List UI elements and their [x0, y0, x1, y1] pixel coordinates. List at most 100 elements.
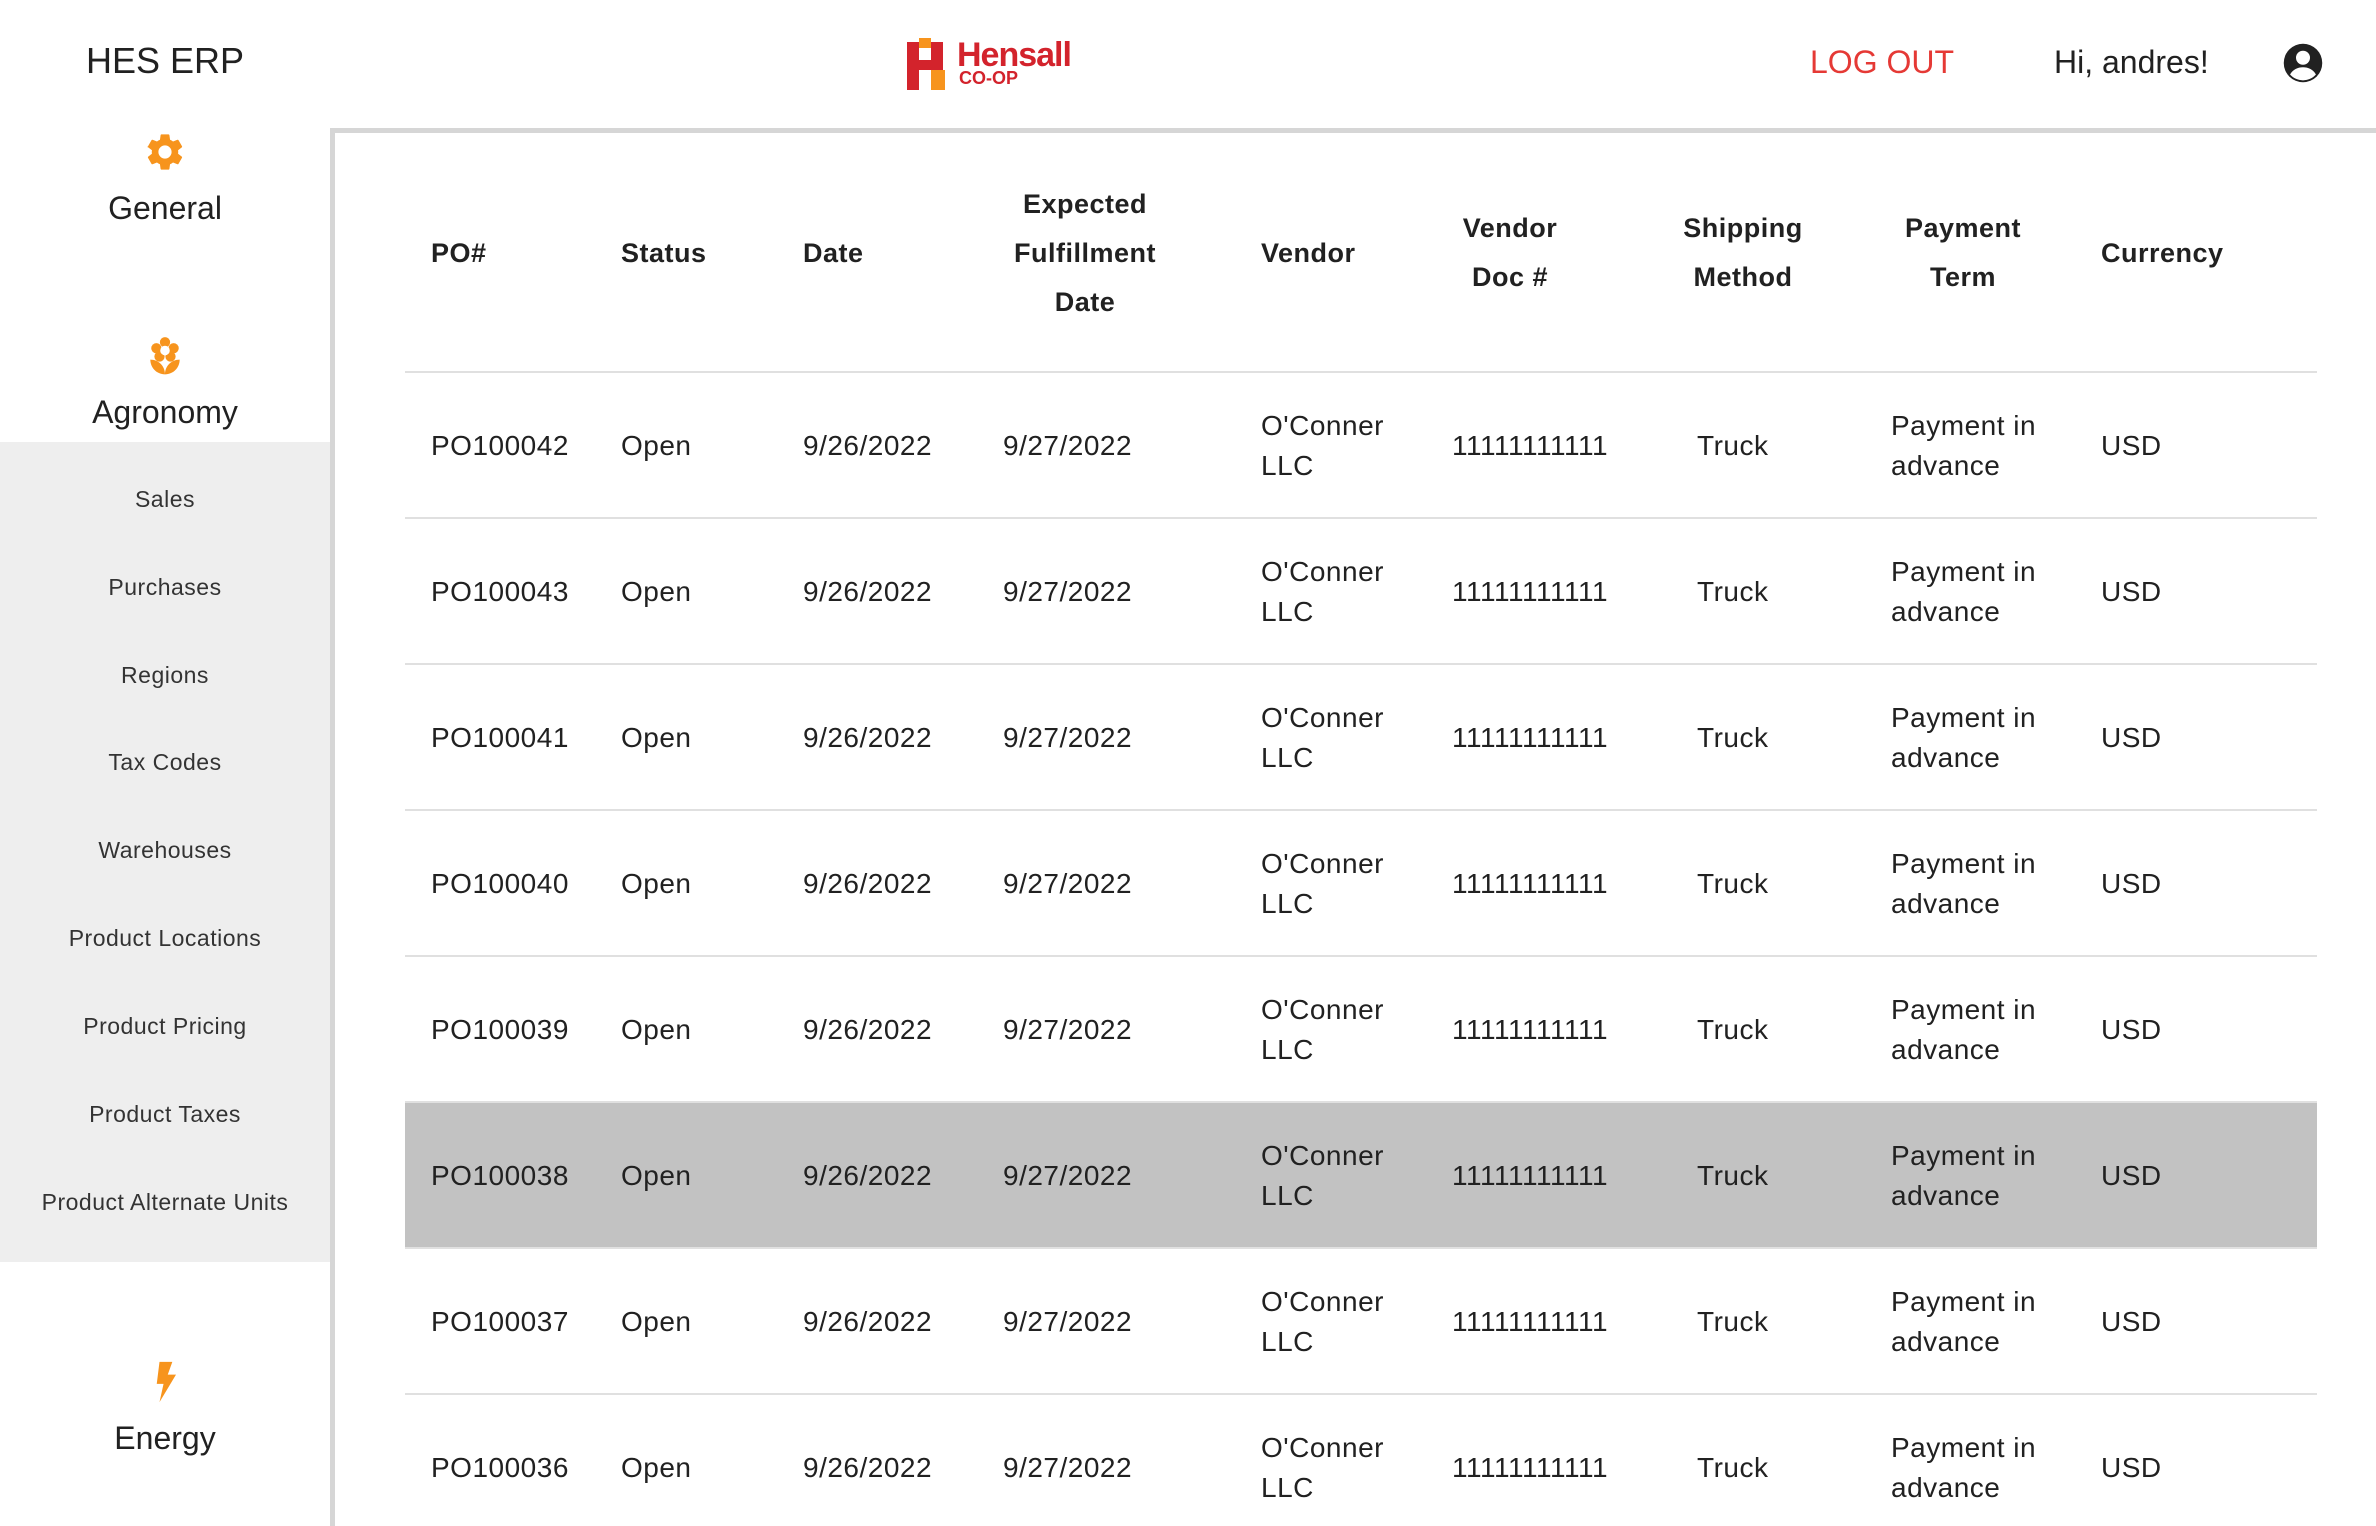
- table-row[interactable]: PO100036 Open 9/26/2022 9/27/2022 O'Conn…: [405, 1395, 2317, 1526]
- cell-status: Open: [621, 1014, 692, 1045]
- sidebar-item-sales[interactable]: Sales: [0, 486, 330, 513]
- column-header-shipping-method[interactable]: Shipping Method: [1673, 133, 1813, 373]
- cell-vendor: O'Conner LLC: [1261, 994, 1384, 1065]
- header-line: Term: [1929, 262, 1997, 292]
- sidebar-section-label: Energy: [114, 1420, 216, 1456]
- header-line: Shipping: [1683, 213, 1803, 243]
- table-row[interactable]: PO100039 Open 9/26/2022 9/27/2022 O'Conn…: [405, 957, 2317, 1103]
- cell-vendor: O'Conner LLC: [1261, 1286, 1384, 1357]
- cell-date: 9/26/2022: [803, 722, 933, 753]
- sidebar-section-energy[interactable]: Energy: [0, 1360, 330, 1457]
- gear-icon: [147, 134, 183, 170]
- hensall-logo: Hensall CO-OP: [905, 36, 1072, 92]
- cell-payment-term: Payment in advance: [1891, 848, 2037, 919]
- cell-status: Open: [621, 868, 692, 899]
- cell-currency: USD: [2101, 430, 2162, 461]
- table-row[interactable]: PO100041 Open 9/26/2022 9/27/2022 O'Conn…: [405, 665, 2317, 811]
- cell-po-number: PO100043: [431, 576, 569, 607]
- cell-po-number: PO100036: [431, 1452, 569, 1483]
- sidebar: General Agronomy Sales Purchases Regions…: [0, 128, 330, 1526]
- header-line: Doc #: [1471, 262, 1549, 292]
- sidebar-item-product-pricing[interactable]: Product Pricing: [0, 1013, 330, 1040]
- table-row[interactable]: PO100037 Open 9/26/2022 9/27/2022 O'Conn…: [405, 1249, 2317, 1395]
- cell-vendor: O'Conner LLC: [1261, 410, 1384, 481]
- header-line: Date: [803, 237, 864, 268]
- cell-payment-term: Payment in advance: [1891, 1140, 2037, 1211]
- cell-expected-fulfillment-date: 9/27/2022: [1003, 868, 1133, 899]
- header-line: Currency: [2101, 237, 2224, 268]
- sidebar-item-product-taxes[interactable]: Product Taxes: [0, 1101, 330, 1128]
- cell-currency: USD: [2101, 1160, 2162, 1191]
- cell-payment-term: Payment in advance: [1891, 410, 2037, 481]
- column-header-currency[interactable]: Currency: [2101, 133, 2241, 373]
- user-greeting: Hi, andres!: [2054, 44, 2209, 80]
- cell-currency: USD: [2101, 722, 2162, 753]
- main-panel: PO# Status Date Expected Fulfillment Dat…: [330, 128, 2376, 1526]
- sidebar-item-warehouses[interactable]: Warehouses: [0, 837, 330, 864]
- cell-expected-fulfillment-date: 9/27/2022: [1003, 576, 1133, 607]
- header-line: Status: [621, 237, 707, 268]
- column-header-date[interactable]: Date: [803, 133, 933, 373]
- cell-vendor-doc: 11111111111: [1452, 1452, 1609, 1483]
- logo-subtitle: CO-OP: [959, 68, 1019, 88]
- column-header-status[interactable]: Status: [621, 133, 761, 373]
- table-row[interactable]: PO100043 Open 9/26/2022 9/27/2022 O'Conn…: [405, 519, 2317, 665]
- column-header-vendor-doc[interactable]: Vendor Doc #: [1445, 133, 1575, 373]
- header-line: Vendor: [1462, 213, 1558, 243]
- cell-vendor: O'Conner LLC: [1261, 1432, 1384, 1503]
- cell-expected-fulfillment-date: 9/27/2022: [1003, 1160, 1133, 1191]
- table-row[interactable]: PO100040 Open 9/26/2022 9/27/2022 O'Conn…: [405, 811, 2317, 957]
- cell-status: Open: [621, 1452, 692, 1483]
- agronomy-submenu: Sales Purchases Regions Tax Codes Wareho…: [0, 442, 330, 1262]
- account-circle-icon[interactable]: [2282, 42, 2324, 84]
- cell-vendor: O'Conner LLC: [1261, 702, 1384, 773]
- cell-vendor-doc: 11111111111: [1452, 1160, 1609, 1191]
- cell-shipping-method: Truck: [1697, 430, 1769, 461]
- cell-currency: USD: [2101, 868, 2162, 899]
- sidebar-section-general[interactable]: General: [0, 130, 330, 227]
- cell-expected-fulfillment-date: 9/27/2022: [1003, 430, 1133, 461]
- cell-currency: USD: [2101, 1306, 2162, 1337]
- cell-currency: USD: [2101, 1014, 2162, 1045]
- header-line: Vendor: [1261, 237, 1356, 268]
- cell-shipping-method: Truck: [1697, 1160, 1769, 1191]
- cell-shipping-method: Truck: [1697, 1306, 1769, 1337]
- cell-shipping-method: Truck: [1697, 576, 1769, 607]
- sidebar-section-agronomy[interactable]: Agronomy: [0, 334, 330, 431]
- sidebar-section-label: Agronomy: [92, 394, 238, 430]
- sidebar-item-product-alternate-units[interactable]: Product Alternate Units: [0, 1189, 330, 1216]
- sidebar-item-product-locations[interactable]: Product Locations: [0, 925, 330, 952]
- cell-date: 9/26/2022: [803, 576, 933, 607]
- cell-date: 9/26/2022: [803, 1306, 933, 1337]
- cell-po-number: PO100042: [431, 430, 569, 461]
- cell-vendor-doc: 11111111111: [1452, 722, 1609, 753]
- header-line: Method: [1693, 262, 1793, 292]
- cell-vendor-doc: 11111111111: [1452, 1306, 1609, 1337]
- column-header-po[interactable]: PO#: [431, 133, 591, 373]
- cell-po-number: PO100040: [431, 868, 569, 899]
- cell-date: 9/26/2022: [803, 430, 933, 461]
- top-bar: HES ERP Hensall CO-OP LOG OUT Hi, andres…: [0, 0, 2376, 128]
- cell-expected-fulfillment-date: 9/27/2022: [1003, 722, 1133, 753]
- cell-status: Open: [621, 1160, 692, 1191]
- cell-vendor: O'Conner LLC: [1261, 1140, 1384, 1211]
- flower-icon: [150, 337, 180, 375]
- cell-po-number: PO100041: [431, 722, 569, 753]
- header-line: Fulfillment: [1014, 237, 1156, 268]
- column-header-payment-term[interactable]: Payment Term: [1893, 133, 2033, 373]
- cell-payment-term: Payment in advance: [1891, 702, 2037, 773]
- sidebar-item-purchases[interactable]: Purchases: [0, 574, 330, 601]
- column-header-expected-fulfillment-date[interactable]: Expected Fulfillment Date: [1005, 133, 1165, 373]
- header-line: PO#: [431, 237, 487, 268]
- table-row[interactable]: PO100038 Open 9/26/2022 9/27/2022 O'Conn…: [405, 1103, 2317, 1249]
- table-row[interactable]: PO100042 Open 9/26/2022 9/27/2022 O'Conn…: [405, 373, 2317, 519]
- header-line: Payment: [1904, 213, 2022, 243]
- purchase-orders-table: PO# Status Date Expected Fulfillment Dat…: [405, 133, 2317, 1526]
- sidebar-item-regions[interactable]: Regions: [0, 662, 330, 689]
- cell-status: Open: [621, 1306, 692, 1337]
- column-header-vendor[interactable]: Vendor: [1261, 133, 1391, 373]
- cell-currency: USD: [2101, 1452, 2162, 1483]
- sidebar-item-tax-codes[interactable]: Tax Codes: [0, 749, 330, 776]
- logout-button[interactable]: LOG OUT: [1810, 44, 1954, 81]
- cell-vendor-doc: 11111111111: [1452, 576, 1609, 607]
